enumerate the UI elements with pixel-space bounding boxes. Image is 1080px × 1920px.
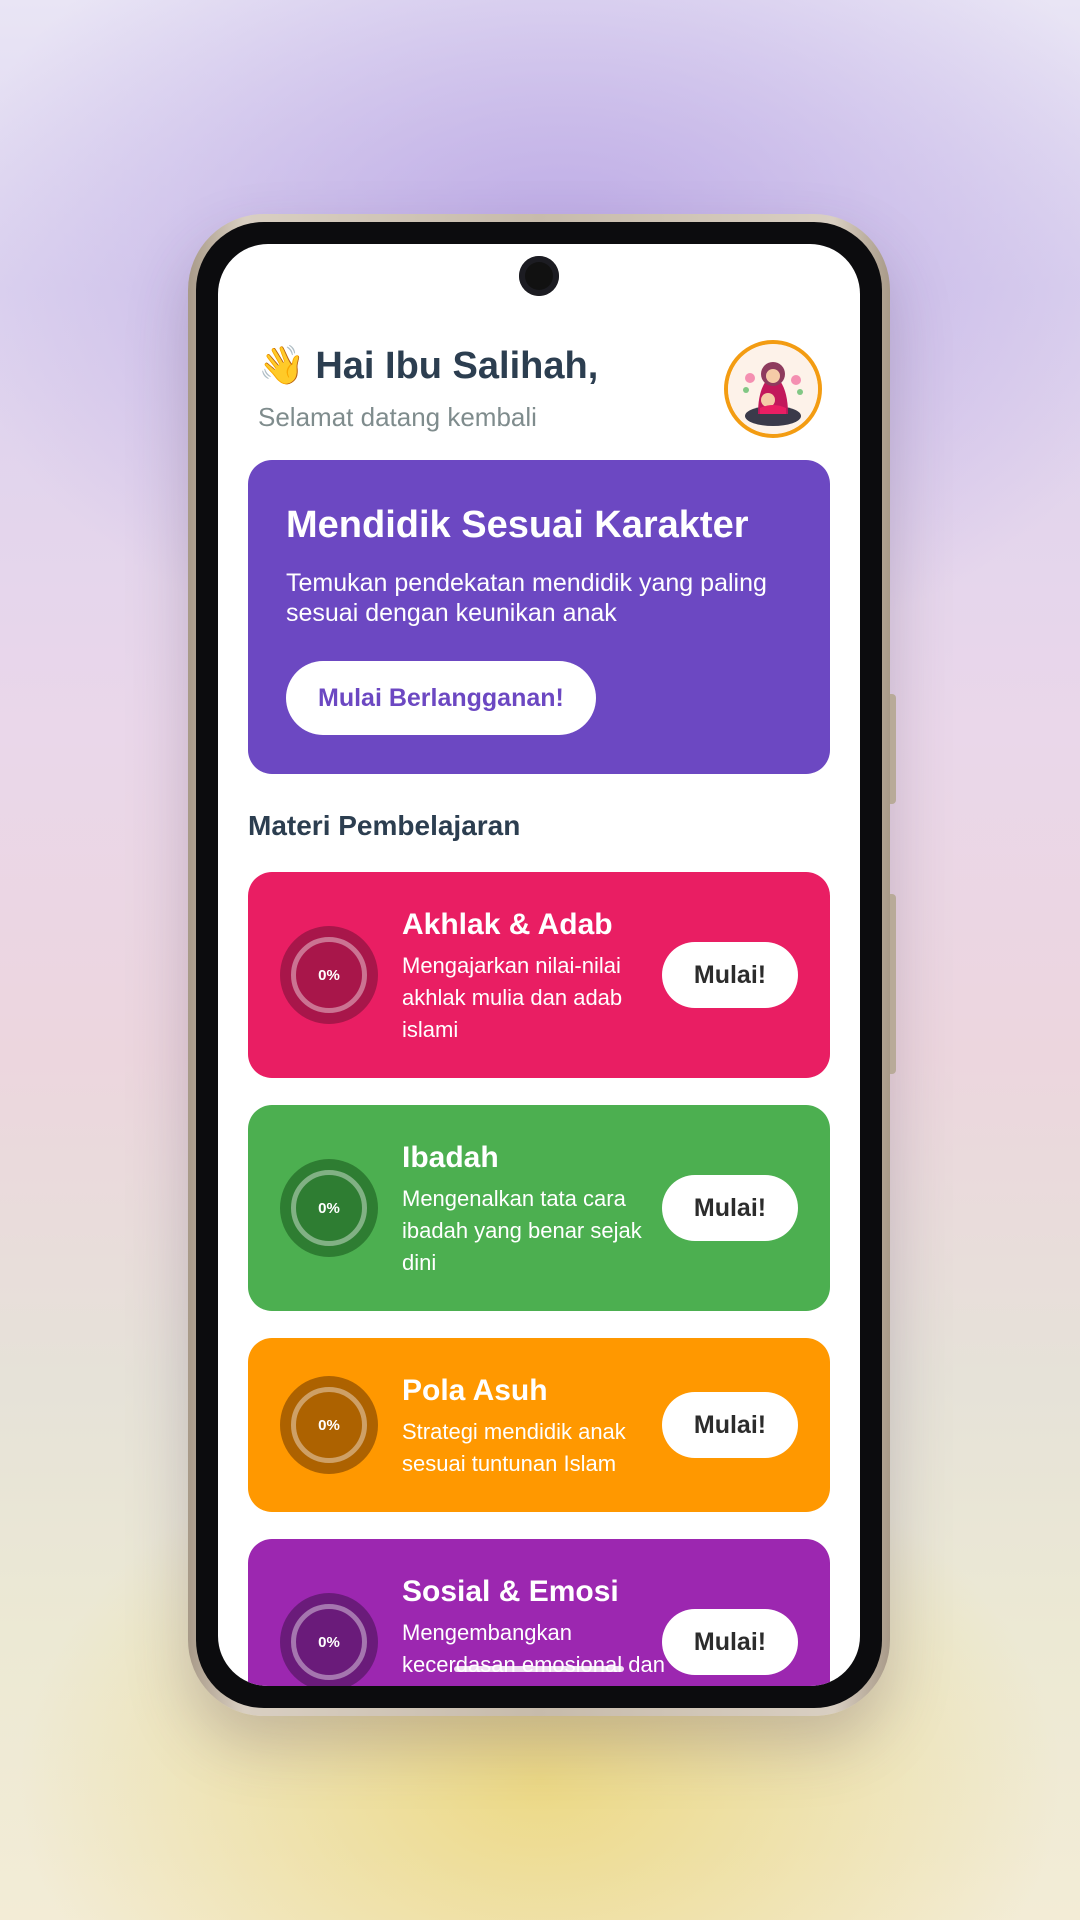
phone-frame: 👋 Hai Ibu Salihah, Selamat datang kembali [188, 214, 896, 1716]
phone-side-button [890, 694, 896, 804]
progress-ring: 0% [280, 926, 378, 1024]
material-card-pola-asuh[interactable]: 0% Pola Asuh Strategi mendidik anak sesu… [248, 1338, 830, 1512]
banner-description: Temukan pendekatan mendidik yang paling … [286, 569, 767, 627]
start-button[interactable]: Mulai! [662, 942, 798, 1008]
progress-ring: 0% [280, 1593, 378, 1686]
phone-side-button [890, 894, 896, 1074]
progress-percent: 0% [291, 937, 367, 1013]
mother-avatar-icon [728, 344, 818, 434]
progress-percent: 0% [291, 1170, 367, 1246]
greeting-heading: 👋 Hai Ibu Salihah, [258, 344, 598, 388]
phone-bezel: 👋 Hai Ibu Salihah, Selamat datang kembali [196, 222, 882, 1708]
material-description: Mengenalkan tata cara ibadah yang benar … [402, 1186, 642, 1275]
greeting-text: Hai Ibu Salihah, [315, 345, 599, 387]
progress-ring: 0% [280, 1376, 378, 1474]
welcome-subtitle: Selamat datang kembali [258, 402, 537, 432]
material-card-ibadah[interactable]: 0% Ibadah Mengenalkan tata cara ibadah y… [248, 1105, 830, 1311]
material-description: Mengajarkan nilai-nilai akhlak mulia dan… [402, 953, 623, 1042]
subscribe-button[interactable]: Mulai Berlangganan! [286, 661, 596, 735]
progress-ring: 0% [280, 1159, 378, 1257]
material-title: Sosial & Emosi [402, 1575, 619, 1608]
start-button[interactable]: Mulai! [662, 1392, 798, 1458]
home-indicator[interactable] [454, 1666, 624, 1672]
progress-percent: 0% [291, 1604, 367, 1680]
start-button[interactable]: Mulai! [662, 1175, 798, 1241]
material-description: Strategi mendidik anak sesuai tuntunan I… [402, 1419, 626, 1476]
material-title: Akhlak & Adab [402, 908, 613, 941]
start-button[interactable]: Mulai! [662, 1609, 798, 1675]
progress-percent: 0% [291, 1387, 367, 1463]
section-title: Materi Pembelajaran [248, 810, 521, 841]
avatar[interactable] [724, 340, 822, 438]
material-card-sosial-emosi[interactable]: 0% Sosial & Emosi Mengembangkan kecerdas… [248, 1539, 830, 1686]
waving-hand-icon: 👋 [258, 345, 306, 387]
front-camera [519, 256, 559, 296]
material-title: Ibadah [402, 1141, 499, 1174]
banner-title: Mendidik Sesuai Karakter [286, 504, 749, 546]
material-card-akhlak[interactable]: 0% Akhlak & Adab Mengajarkan nilai-nilai… [248, 872, 830, 1078]
app-screen: 👋 Hai Ibu Salihah, Selamat datang kembali [218, 244, 860, 1686]
subscription-banner: Mendidik Sesuai Karakter Temukan pendeka… [248, 460, 830, 774]
material-title: Pola Asuh [402, 1374, 548, 1407]
